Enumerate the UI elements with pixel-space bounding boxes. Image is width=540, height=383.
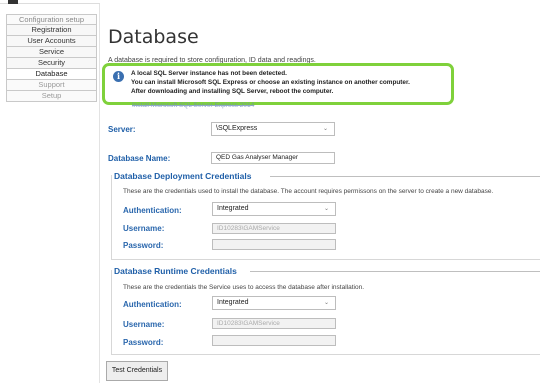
deployment-section-rule xyxy=(270,176,540,177)
deployment-auth-select[interactable]: Integrated ⌄ xyxy=(212,202,336,216)
runtime-username-input[interactable]: ID10283\GAMService xyxy=(212,318,336,329)
sidebar-divider xyxy=(99,4,100,383)
deployment-description: These are the credentials used to instal… xyxy=(123,188,494,195)
server-value: \SQLExpress xyxy=(216,125,258,132)
window-icon xyxy=(8,0,18,4)
sidebar-item-support[interactable]: Support xyxy=(6,80,97,91)
deployment-password-label: Password: xyxy=(123,241,164,250)
install-sql-express-link[interactable]: Install Microsoft SQL Server Express 201… xyxy=(132,102,254,109)
deployment-password-input[interactable] xyxy=(212,239,336,250)
chevron-down-icon: ⌄ xyxy=(323,206,329,212)
page-title: Database xyxy=(108,26,199,48)
runtime-password-input[interactable] xyxy=(212,335,336,346)
sidebar-item-user-accounts[interactable]: User Accounts xyxy=(6,36,97,47)
runtime-username-label: Username: xyxy=(123,320,165,329)
database-name-label: Database Name: xyxy=(108,154,171,163)
callout-line-3: After downloading and installing SQL Ser… xyxy=(131,88,334,95)
sidebar-item-service[interactable]: Service xyxy=(6,47,97,58)
deployment-username-label: Username: xyxy=(123,224,165,233)
runtime-password-label: Password: xyxy=(123,338,164,347)
deployment-section-title: Database Deployment Credentials xyxy=(114,171,252,181)
sidebar: Configuration setup Registration User Ac… xyxy=(6,14,97,102)
callout-line-1: A local SQL Server instance has not been… xyxy=(131,70,287,77)
sidebar-header: Configuration setup xyxy=(6,14,97,25)
sql-not-detected-callout: i A local SQL Server instance has not be… xyxy=(102,63,454,105)
runtime-section-title: Database Runtime Credentials xyxy=(114,266,237,276)
deployment-username-input[interactable]: ID10283\GAMService xyxy=(212,223,336,234)
deployment-auth-value: Integrated xyxy=(217,205,249,212)
sidebar-item-database[interactable]: Database xyxy=(6,69,97,80)
runtime-description: These are the credentials the Service us… xyxy=(123,284,364,291)
test-credentials-button[interactable]: Test Credentials xyxy=(106,361,168,381)
database-name-input[interactable]: QED Gas Analyser Manager xyxy=(211,152,335,164)
chevron-down-icon: ⌄ xyxy=(323,300,329,306)
sidebar-item-setup[interactable]: Setup xyxy=(6,91,97,102)
server-label: Server: xyxy=(108,125,136,134)
runtime-section-rule xyxy=(250,271,540,272)
runtime-auth-label: Authentication: xyxy=(123,300,182,309)
deployment-auth-label: Authentication: xyxy=(123,206,182,215)
runtime-auth-select[interactable]: Integrated ⌄ xyxy=(212,296,336,310)
callout-line-2: You can install Microsoft SQL Express or… xyxy=(131,79,410,86)
info-icon: i xyxy=(113,71,124,82)
server-select[interactable]: \SQLExpress ⌄ xyxy=(211,122,335,136)
runtime-auth-value: Integrated xyxy=(217,299,249,306)
sidebar-item-registration[interactable]: Registration xyxy=(6,25,97,36)
chevron-down-icon: ⌄ xyxy=(322,126,328,132)
sidebar-item-security[interactable]: Security xyxy=(6,58,97,69)
window-titlebar xyxy=(0,0,100,4)
